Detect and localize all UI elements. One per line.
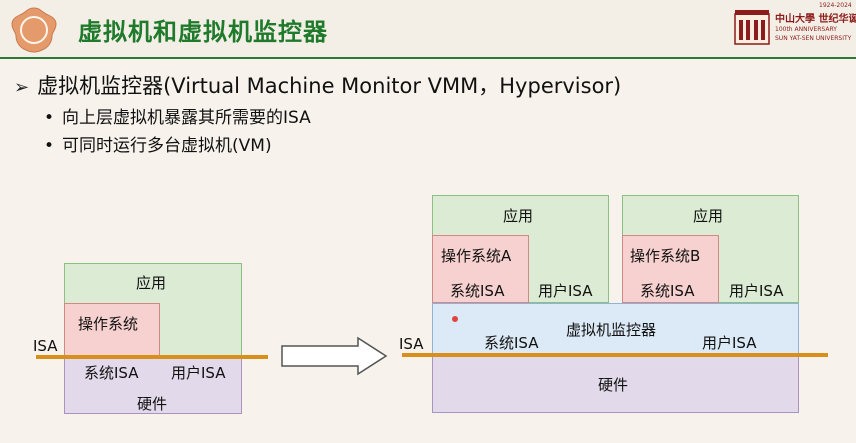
bullet-arrow-icon: ➢ <box>14 77 30 98</box>
main-bullet-text: 虚拟机监控器(Virtual Machine Monitor VMM，Hyper… <box>37 74 622 98</box>
left-app-label: 应用 <box>136 274 167 292</box>
vm-b-sys-isa-label: 系统ISA <box>640 282 695 300</box>
bullet-dot-icon: • <box>44 108 55 128</box>
left-hardware-label: 硬件 <box>137 395 168 413</box>
vmm-label: 虚拟机监控器 <box>566 321 657 339</box>
left-user-isa-label: 用户ISA <box>171 364 226 382</box>
main-bullet: ➢ 虚拟机监控器(Virtual Machine Monitor VMM，Hype… <box>14 70 621 100</box>
right-isa-label: ISA <box>399 335 424 353</box>
left-isa-label: ISA <box>33 337 58 355</box>
left-isa-line <box>36 355 268 359</box>
sub-bullet: • 向上层虚拟机暴露其所需要的ISA <box>44 103 311 128</box>
vm-b-user-isa-label: 用户ISA <box>729 282 784 300</box>
vm-b-os-label: 操作系统B <box>630 247 701 265</box>
university-emblem-icon <box>734 10 770 45</box>
right-hardware-label: 硬件 <box>598 376 629 394</box>
vm-a-app-label: 应用 <box>503 207 534 225</box>
logo-line2: SUN YAT-SEN UNIVERSITY <box>775 35 852 42</box>
vm-a-user-isa-label: 用户ISA <box>538 282 593 300</box>
sub-bullet-text: 可同时运行多台虚拟机(VM) <box>62 136 272 156</box>
title-badge-icon <box>11 7 57 53</box>
sub-bullet: • 可同时运行多台虚拟机(VM) <box>44 131 272 156</box>
logo-years: 1924-2024 <box>819 2 852 9</box>
logo-name: 中山大學 世纪华诞 <box>775 14 856 25</box>
right-isa-line <box>402 353 828 357</box>
pointer-dot-icon <box>452 316 458 322</box>
vm-a-os-label: 操作系统A <box>441 247 512 265</box>
vm-b-app-label: 应用 <box>693 207 724 225</box>
vm-a-sys-isa-label: 系统ISA <box>450 282 505 300</box>
sub-bullet-text: 向上层虚拟机暴露其所需要的ISA <box>62 108 311 128</box>
logo-line1: 100th ANNIVERSARY <box>775 26 837 33</box>
header-divider <box>0 57 856 59</box>
university-logo: 1924-2024 中山大學 世纪华诞 100th ANNIVERSARY SU… <box>733 2 856 46</box>
vmm-sys-isa-label: 系统ISA <box>484 334 539 352</box>
vmm-user-isa-label: 用户ISA <box>702 334 757 352</box>
left-os-label: 操作系统 <box>78 315 139 333</box>
transition-arrow-icon <box>281 336 388 376</box>
slide-title: 虚拟机和虚拟机监控器 <box>78 18 328 46</box>
bullet-dot-icon: • <box>44 136 55 156</box>
left-sys-isa-label: 系统ISA <box>84 364 139 382</box>
